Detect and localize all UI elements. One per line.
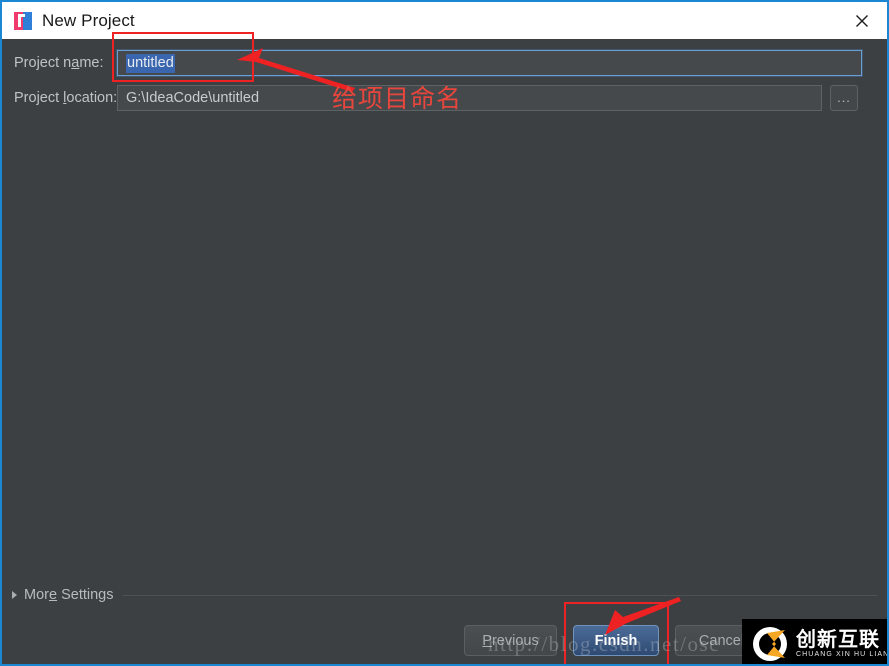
title-bar: New Project (2, 2, 887, 39)
window-title: New Project (42, 10, 135, 30)
project-location-label: Project location: (14, 90, 118, 106)
project-name-label: Project name: (14, 55, 104, 71)
project-location-value: G:\IdeaCode\untitled (126, 90, 260, 106)
chuangxinhulian-logo-icon (752, 626, 788, 661)
browse-location-button[interactable]: ... (830, 85, 858, 111)
project-location-input[interactable]: G:\IdeaCode\untitled (117, 85, 822, 111)
logo-text-chinese: 创新互联 (796, 626, 880, 651)
watermark-logo-badge: 创新互联 CHUANG XIN HU LIAN (742, 619, 889, 664)
project-name-row: Project name: untitled (2, 49, 887, 77)
logo-text-pinyin: CHUANG XIN HU LIAN (796, 650, 889, 658)
previous-button[interactable]: Previous (464, 625, 557, 656)
project-location-row: Project location: G:\IdeaCode\untitled .… (2, 84, 887, 112)
dialog-body: Project name: untitled Project location:… (2, 39, 887, 664)
close-icon[interactable] (837, 2, 887, 39)
triangle-right-icon (12, 591, 17, 599)
more-settings-label: More Settings (24, 587, 114, 603)
finish-button[interactable]: Finish (573, 625, 659, 656)
more-settings-expander[interactable]: More Settings (12, 585, 877, 605)
project-name-value: untitled (126, 53, 175, 73)
project-name-input[interactable]: untitled (117, 50, 862, 76)
intellij-idea-icon (14, 11, 32, 30)
new-project-dialog-window: New Project Project name: untitled Proje… (0, 0, 889, 666)
more-settings-divider (123, 594, 877, 596)
